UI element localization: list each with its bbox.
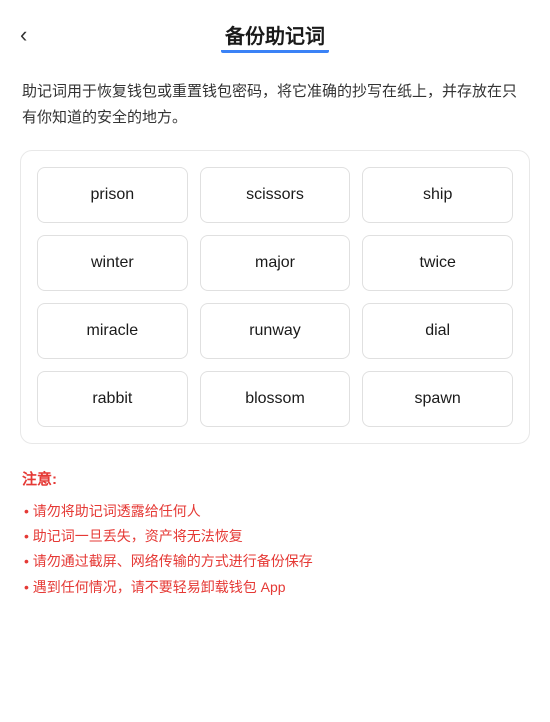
description-text: 助记词用于恢复钱包或重置钱包密码，将它准确的抄写在纸上，并存放在只有你知道的安全…: [0, 59, 550, 150]
mnemonic-word: rabbit: [37, 371, 188, 427]
mnemonic-word: runway: [200, 303, 351, 359]
mnemonic-word: blossom: [200, 371, 351, 427]
mnemonic-word: winter: [37, 235, 188, 291]
back-button[interactable]: ‹: [20, 24, 27, 46]
mnemonic-word: prison: [37, 167, 188, 223]
notice-item: 请勿将助记词透露给任何人: [22, 499, 528, 524]
mnemonic-word: scissors: [200, 167, 351, 223]
notice-item: 助记词一旦丢失，资产将无法恢复: [22, 524, 528, 549]
mnemonic-word: spawn: [362, 371, 513, 427]
notice-title: 注意:: [22, 468, 528, 489]
notice-list: 请勿将助记词透露给任何人助记词一旦丢失，资产将无法恢复请勿通过截屏、网络传输的方…: [22, 499, 528, 600]
header: ‹ 备份助记词: [0, 0, 550, 59]
mnemonic-word: twice: [362, 235, 513, 291]
page-title: 备份助记词: [225, 20, 325, 49]
mnemonic-word: miracle: [37, 303, 188, 359]
mnemonic-grid-container: prisonscissorsship wintermajortwice miracl…: [20, 150, 530, 444]
mnemonic-grid: prisonscissorsship wintermajortwice miracl…: [37, 167, 513, 427]
mnemonic-word: major: [200, 235, 351, 291]
notice-item: 请勿通过截屏、网络传输的方式进行备份保存: [22, 549, 528, 574]
notice-item: 遇到任何情况，请不要轻易卸载钱包 App: [22, 575, 528, 600]
notice-section: 注意: 请勿将助记词透露给任何人助记词一旦丢失，资产将无法恢复请勿通过截屏、网络…: [0, 444, 550, 620]
mnemonic-word: ship: [362, 167, 513, 223]
mnemonic-word: dial: [362, 303, 513, 359]
